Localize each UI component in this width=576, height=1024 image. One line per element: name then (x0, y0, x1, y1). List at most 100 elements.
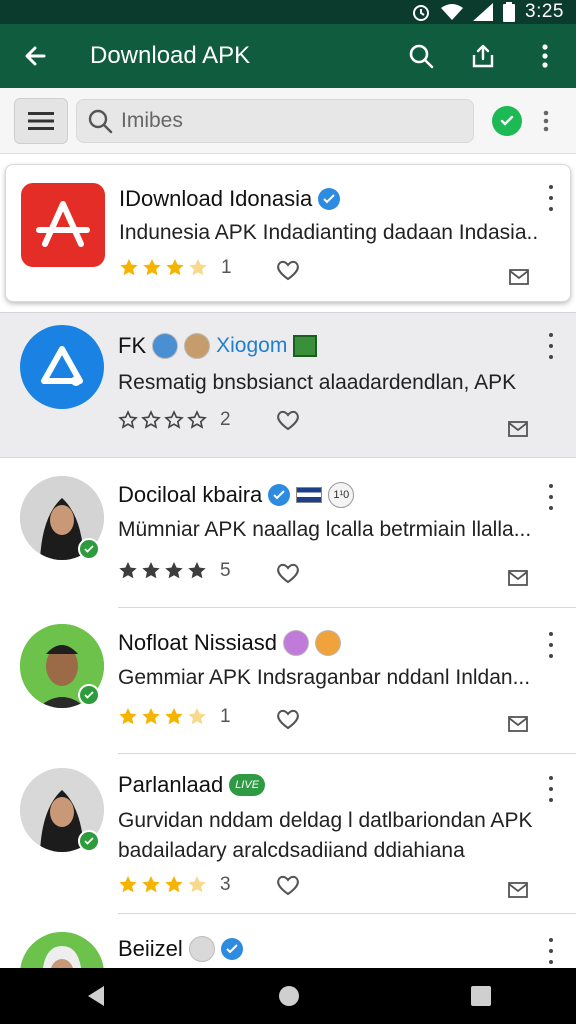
rating-count: 5 (220, 560, 231, 581)
more-vert-icon (542, 44, 548, 68)
verified-icon (318, 188, 341, 210)
back-button[interactable] (0, 24, 70, 88)
heart-icon[interactable] (276, 708, 300, 730)
flag-icon (296, 487, 323, 503)
mail-icon[interactable] (508, 421, 528, 437)
status-bar: 3:25 (0, 0, 576, 24)
live-badge: LIVE (229, 774, 266, 796)
item-description: Indunesia APK Indadianting dadaan Indasi… (119, 221, 539, 244)
member-avatar (152, 333, 179, 359)
avatar (20, 932, 104, 968)
rating-count: 2 (220, 409, 231, 430)
star-rating-empty-icon (118, 410, 206, 429)
signal-icon (473, 3, 494, 21)
item-title: Dociloal kbaira (118, 482, 263, 507)
item-more-icon[interactable] (543, 185, 559, 211)
item-more-icon[interactable] (543, 938, 559, 964)
item-title: Nofloat Nissiasd (118, 630, 277, 655)
battery-icon (503, 2, 516, 22)
item-title: Beiizel (118, 936, 183, 961)
verified-check-icon (78, 684, 100, 706)
search-box[interactable] (76, 98, 474, 143)
search-input[interactable] (121, 108, 451, 133)
share-icon (472, 44, 494, 68)
list-item[interactable]: IDownload Idonasia Indunesia APK Indadia… (5, 164, 571, 302)
item-title: IDownload Idonasia (119, 186, 313, 211)
star-rating-icon (119, 562, 206, 579)
divider (118, 913, 576, 914)
arrow-back-icon (25, 46, 46, 66)
app-store-icon (21, 183, 105, 267)
mail-icon[interactable] (508, 716, 528, 732)
app-bar: Download APK (0, 24, 576, 88)
nav-home-icon[interactable] (276, 983, 302, 1009)
list-item[interactable]: Beiizel (0, 916, 576, 968)
verified-icon (220, 938, 243, 960)
heart-icon[interactable] (276, 874, 300, 896)
item-description: Gemmiar APK Indsraganbar nddanl Inldan..… (118, 666, 531, 689)
chat-button[interactable] (492, 105, 522, 136)
circle-a-icon (20, 325, 104, 409)
rating-count: 1 (221, 257, 232, 278)
rating: 2 (118, 409, 231, 431)
search-row (0, 88, 576, 154)
screen: 3:25 Download APK Imibes IDownload Idona… (0, 0, 576, 1024)
member-avatar (314, 630, 341, 656)
list-item[interactable]: Parlanlaad LIVE Gurvidan nddam deldag l … (0, 754, 576, 914)
check-chat-icon (500, 115, 514, 126)
item-description-line: badailadary aralcdsadiiand ddiahiana (118, 839, 465, 862)
verified-icon (268, 484, 291, 506)
alarm-icon (411, 2, 431, 22)
search-icon (88, 109, 113, 133)
item-description: Resmatig bnsbsianct alaadardendlan, APK (118, 371, 517, 394)
rating: 5 (118, 560, 231, 582)
member-avatar (188, 936, 215, 962)
channel-name: Xiogom (216, 334, 288, 357)
flag-icon (293, 335, 318, 357)
heart-icon[interactable] (276, 562, 300, 584)
status-time: 3:25 (525, 1, 564, 22)
more-vert-icon (543, 110, 549, 131)
search-button[interactable] (390, 24, 452, 88)
list-item[interactable]: FK Xiogom Resmatig bnsbsianct alaadarden… (0, 312, 576, 458)
rating-count: 1 (220, 706, 231, 727)
rating: 1 (118, 706, 231, 728)
item-description-line: Gurvidan nddam deldag l datlbariondan AP… (118, 809, 533, 832)
item-more-icon[interactable] (543, 776, 559, 802)
number-badge: 1¹0 (328, 482, 355, 508)
member-avatar (282, 630, 309, 656)
nav-recents-icon[interactable] (470, 985, 492, 1007)
mail-icon[interactable] (508, 570, 528, 586)
member-avatar (184, 333, 211, 359)
share-button[interactable] (452, 24, 514, 88)
search-more-button[interactable] (536, 101, 556, 141)
heart-icon[interactable] (276, 409, 300, 431)
star-rating-icon (120, 259, 207, 276)
nav-back-icon[interactable] (84, 984, 108, 1008)
system-nav-bar (0, 968, 576, 1024)
item-more-icon[interactable] (543, 632, 559, 658)
mail-icon[interactable] (508, 882, 528, 898)
heart-icon[interactable] (276, 259, 300, 281)
verified-check-icon (78, 538, 100, 560)
apk-list: IDownload Idonasia Indunesia APK Indadia… (0, 160, 576, 968)
item-description: Mümniar APK naallag lcalla betrmiain lla… (118, 518, 532, 541)
star-rating-icon (119, 708, 206, 725)
search-icon (409, 44, 434, 69)
item-more-icon[interactable] (543, 484, 559, 510)
wifi-icon (441, 3, 464, 21)
list-item[interactable]: Dociloal kbaira 1¹0 Mümniar APK naallag … (0, 460, 576, 608)
item-title: Parlanlaad (118, 772, 224, 797)
item-title: FK (118, 333, 147, 358)
list-item[interactable]: Nofloat Nissiasd Gemmiar APK Indsraganba… (0, 608, 576, 754)
rating: 1 (119, 257, 232, 279)
rating: 3 (118, 874, 231, 896)
item-description: Gurvidan nddam deldag l datlbariondan AP… (118, 806, 558, 866)
hamburger-menu-button[interactable] (14, 97, 68, 144)
page-title: Download APK (90, 42, 251, 69)
verified-check-icon (78, 830, 100, 852)
mail-icon[interactable] (509, 269, 529, 285)
more-vert-button[interactable] (514, 24, 576, 88)
item-more-icon[interactable] (543, 333, 559, 359)
hamburger-icon (28, 111, 54, 130)
